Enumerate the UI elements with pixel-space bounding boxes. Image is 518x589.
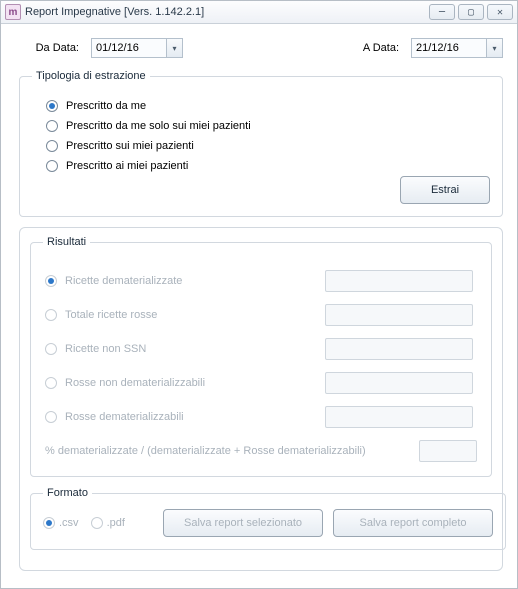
- pct-value-box: [419, 440, 477, 462]
- radio-icon: [45, 411, 57, 423]
- formato-pdf-label: .pdf: [107, 517, 125, 529]
- window: m Report Impegnative [Vers. 1.142.2.1] ─…: [0, 0, 518, 589]
- app-icon: m: [5, 4, 21, 20]
- tipologia-option-3[interactable]: Prescritto ai miei pazienti: [46, 160, 490, 172]
- result-label: Ricette non SSN: [65, 343, 325, 355]
- formato-legend: Formato: [43, 487, 92, 499]
- result-label: Rosse non dematerializzabili: [65, 377, 325, 389]
- radio-icon: [46, 160, 58, 172]
- from-date-input[interactable]: 01/12/16 ▾: [91, 38, 183, 58]
- calendar-icon[interactable]: ▾: [166, 39, 182, 57]
- tipologia-option-label: Prescritto da me: [66, 100, 146, 112]
- tipologia-option-label: Prescritto ai miei pazienti: [66, 160, 188, 172]
- to-date-input[interactable]: 21/12/16 ▾: [411, 38, 503, 58]
- pct-row: % dematerializzate / (dematerializzate +…: [45, 440, 477, 462]
- date-row: Da Data: 01/12/16 ▾ A Data: 21/12/16 ▾: [19, 38, 503, 58]
- close-button[interactable]: ✕: [487, 4, 513, 20]
- radio-icon: [46, 100, 58, 112]
- pct-label: % dematerializzate / (dematerializzate +…: [45, 445, 409, 457]
- tipologia-group: Tipologia di estrazione Prescritto da me…: [19, 70, 503, 217]
- to-date-label: A Data:: [349, 42, 399, 54]
- radio-icon: [46, 120, 58, 132]
- window-title: Report Impegnative [Vers. 1.142.2.1]: [25, 6, 204, 18]
- result-row-2: Ricette non SSN: [45, 338, 473, 360]
- from-date-value: 01/12/16: [92, 42, 166, 54]
- content: Da Data: 01/12/16 ▾ A Data: 21/12/16 ▾ T…: [1, 24, 517, 581]
- tipologia-option-label: Prescritto da me solo sui miei pazienti: [66, 120, 251, 132]
- salva-selezionato-button: Salva report selezionato: [163, 509, 323, 537]
- minimize-button[interactable]: ─: [429, 4, 455, 20]
- salva-completo-button: Salva report completo: [333, 509, 493, 537]
- result-row-1: Totale ricette rosse: [45, 304, 473, 326]
- tipologia-option-label: Prescritto sui miei pazienti: [66, 140, 194, 152]
- tipologia-legend: Tipologia di estrazione: [32, 70, 150, 82]
- result-row-3: Rosse non dematerializzabili: [45, 372, 473, 394]
- result-label: Rosse dematerializzabili: [65, 411, 325, 423]
- radio-icon: [45, 309, 57, 321]
- tipologia-option-1[interactable]: Prescritto da me solo sui miei pazienti: [46, 120, 490, 132]
- tipologia-option-2[interactable]: Prescritto sui miei pazienti: [46, 140, 490, 152]
- formato-csv: .csv: [43, 517, 79, 529]
- radio-icon: [43, 517, 55, 529]
- maximize-button[interactable]: ▢: [458, 4, 484, 20]
- tipologia-option-0[interactable]: Prescritto da me: [46, 100, 490, 112]
- result-label: Totale ricette rosse: [65, 309, 325, 321]
- result-value-box: [325, 406, 473, 428]
- formato-group: Formato .csv .pdf Salva report seleziona…: [30, 487, 506, 550]
- radio-icon: [45, 343, 57, 355]
- titlebar: m Report Impegnative [Vers. 1.142.2.1] ─…: [1, 1, 517, 24]
- risultati-legend: Risultati: [43, 236, 90, 248]
- formato-radios: .csv .pdf: [43, 517, 153, 529]
- risultati-group: Risultati Ricette dematerializzate Total…: [30, 236, 492, 477]
- formato-csv-label: .csv: [59, 517, 79, 529]
- to-date-value: 21/12/16: [412, 42, 486, 54]
- formato-pdf: .pdf: [91, 517, 125, 529]
- calendar-icon[interactable]: ▾: [486, 39, 502, 57]
- result-value-box: [325, 372, 473, 394]
- radio-icon: [45, 275, 57, 287]
- result-value-box: [325, 270, 473, 292]
- result-value-box: [325, 338, 473, 360]
- estrai-button[interactable]: Estrai: [400, 176, 490, 204]
- result-value-box: [325, 304, 473, 326]
- results-panel: Risultati Ricette dematerializzate Total…: [19, 227, 503, 571]
- from-date-label: Da Data:: [19, 42, 79, 54]
- radio-icon: [46, 140, 58, 152]
- result-row-4: Rosse dematerializzabili: [45, 406, 473, 428]
- result-label: Ricette dematerializzate: [65, 275, 325, 287]
- radio-icon: [45, 377, 57, 389]
- radio-icon: [91, 517, 103, 529]
- result-row-0: Ricette dematerializzate: [45, 270, 473, 292]
